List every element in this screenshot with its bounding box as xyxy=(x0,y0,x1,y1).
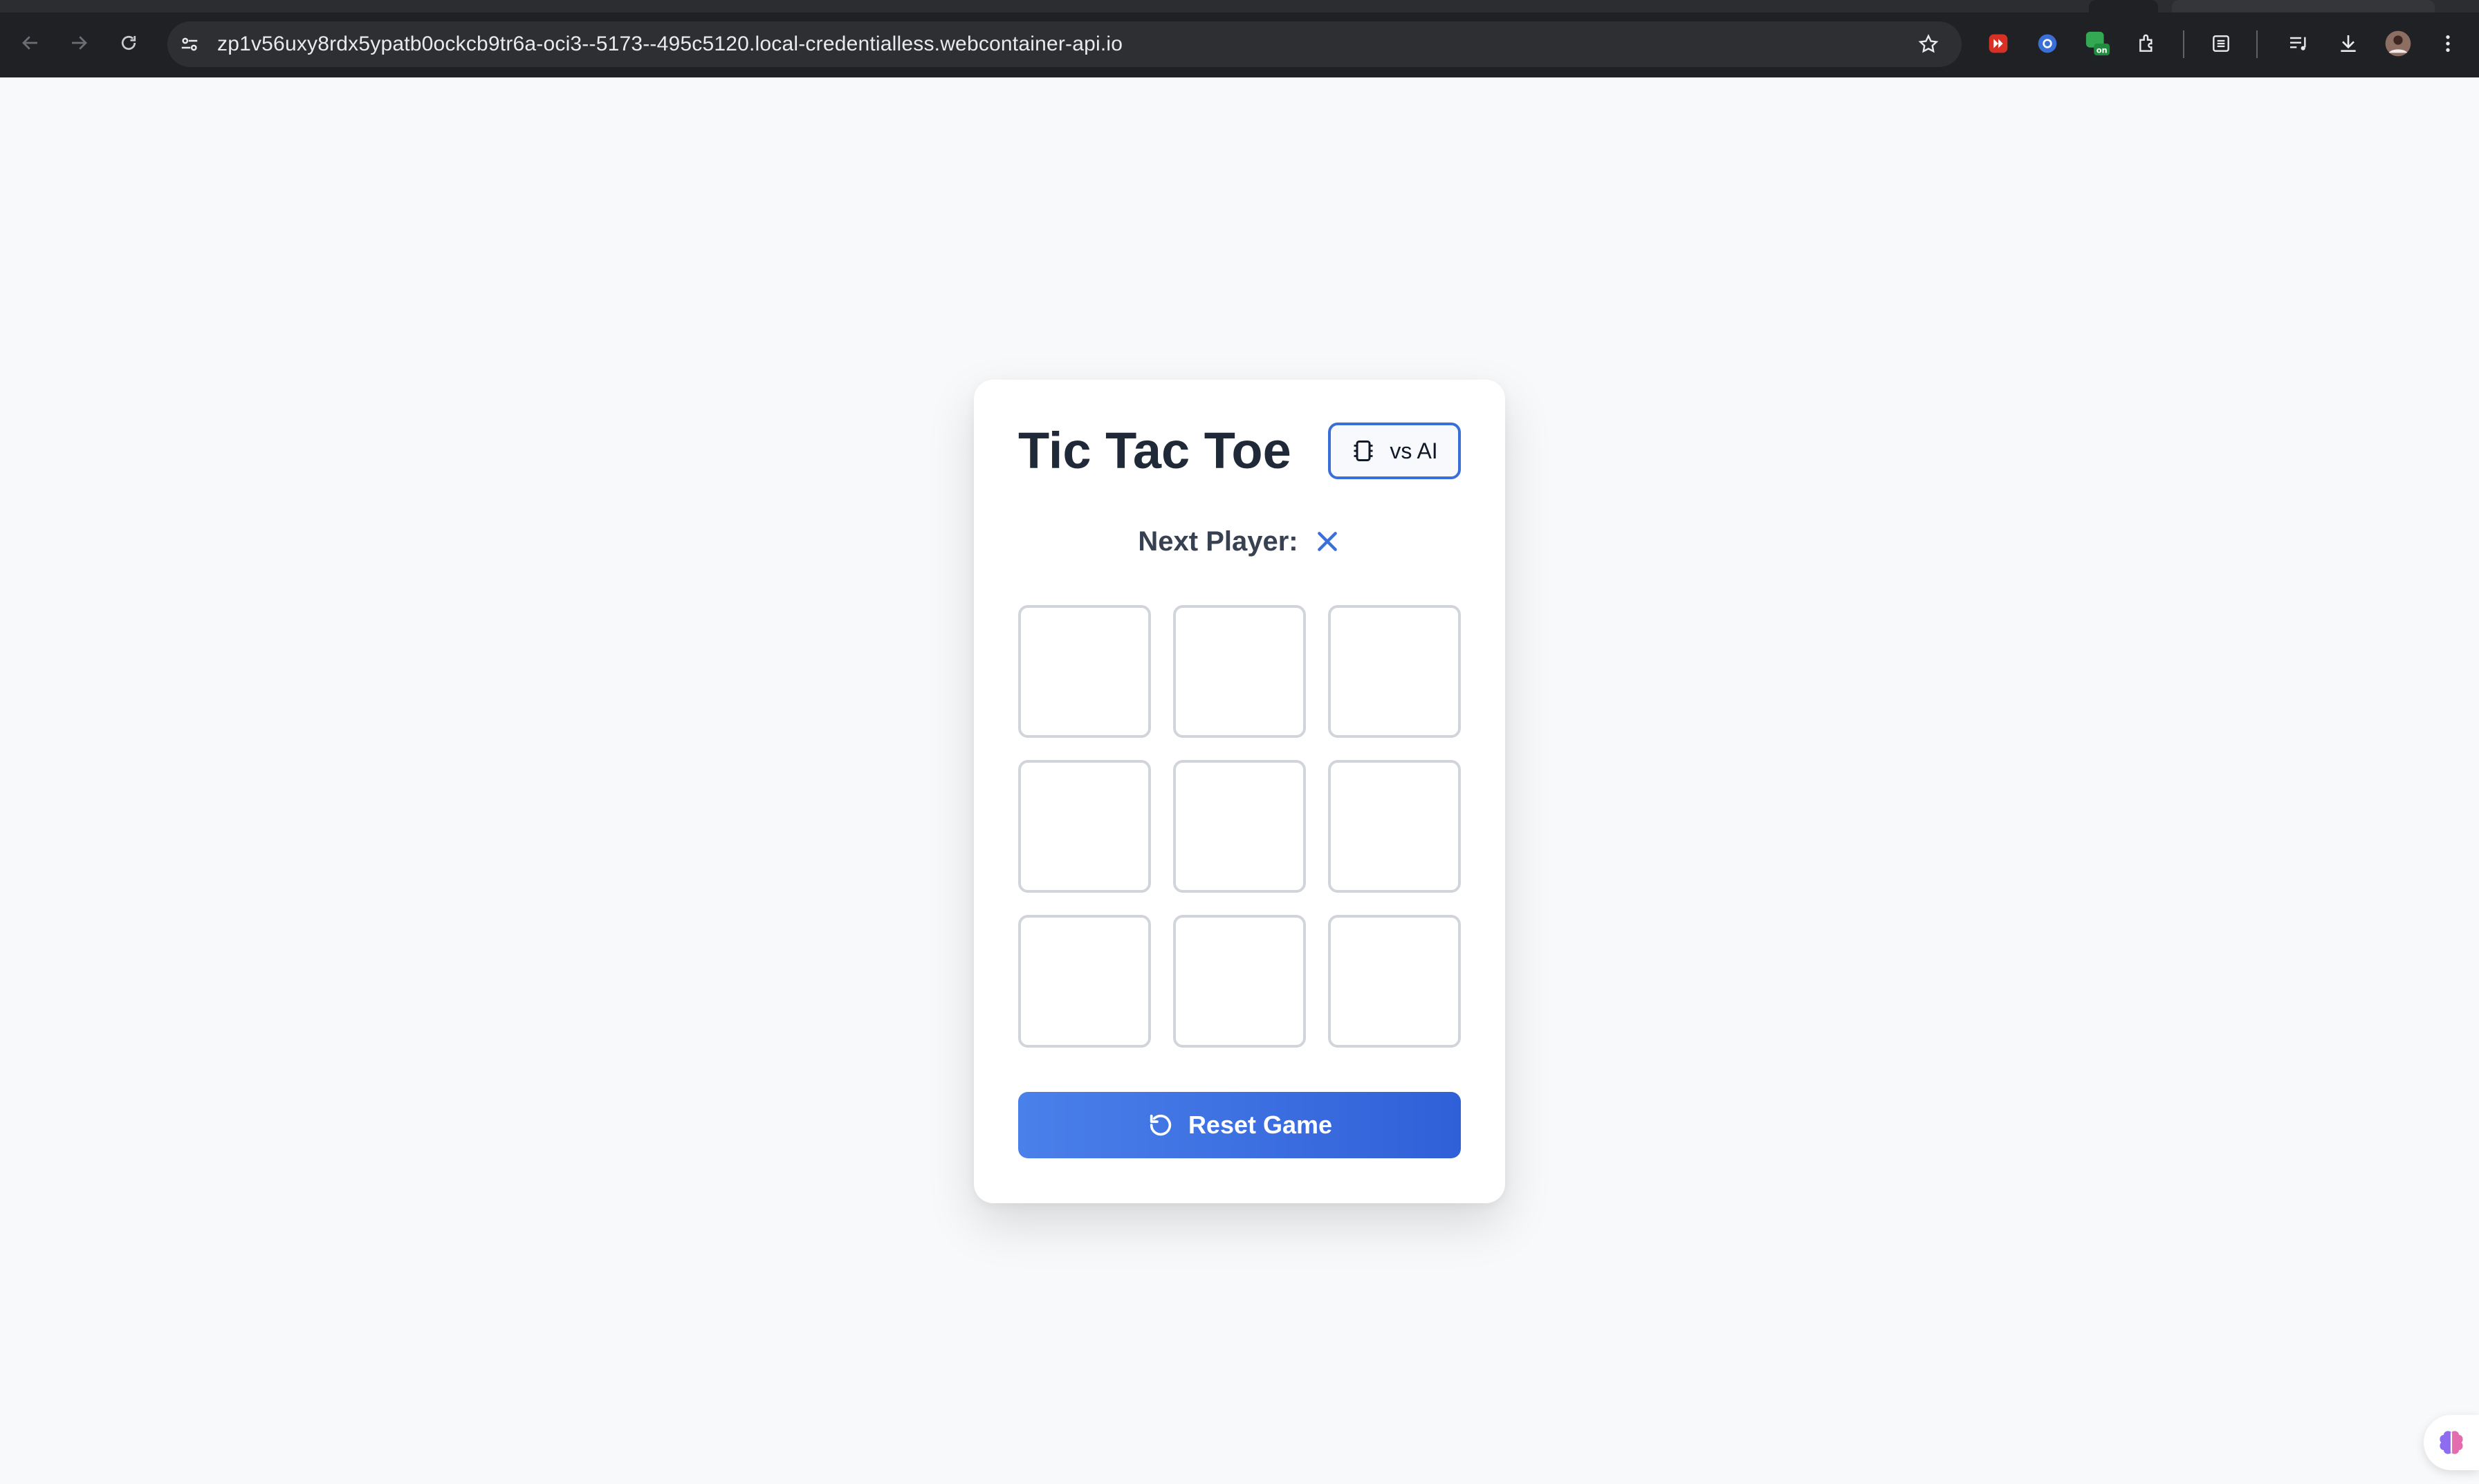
cpu-icon xyxy=(1354,440,1373,461)
extension-icon: on xyxy=(2085,31,2110,56)
board-cell[interactable] xyxy=(1173,915,1306,1048)
profile-avatar xyxy=(2385,30,2411,57)
reload-button[interactable] xyxy=(109,24,148,62)
downloads-button[interactable] xyxy=(2331,26,2366,61)
extensions-menu-button[interactable] xyxy=(2130,26,2165,61)
page-title: Tic Tac Toe xyxy=(1018,422,1291,479)
board-cell[interactable] xyxy=(1328,760,1461,893)
more-menu-icon xyxy=(2446,35,2450,52)
reset-icon xyxy=(1150,1114,1172,1136)
extension-green-button[interactable]: on xyxy=(2081,26,2115,61)
game-card: Tic Tac Toe vs AI Next Player: Reset Gam… xyxy=(974,380,1505,1203)
x-mark-icon xyxy=(1317,532,1337,551)
back-icon xyxy=(22,36,37,50)
site-info-icon xyxy=(181,37,198,51)
media-icon xyxy=(2290,37,2306,50)
extension-red-button[interactable] xyxy=(1981,26,2016,61)
board-cell[interactable] xyxy=(1328,915,1461,1048)
board-cell[interactable] xyxy=(1018,915,1151,1048)
board-cell[interactable] xyxy=(1018,605,1151,738)
board-cell[interactable] xyxy=(1328,605,1461,738)
extension-icon xyxy=(2038,34,2057,53)
url-text[interactable]: zp1v56uxy8rdx5ypatb0ockcb9tr6a-oci3--517… xyxy=(217,30,1123,58)
game-mode-toggle-button[interactable]: vs AI xyxy=(1328,423,1461,479)
board-cell[interactable] xyxy=(1018,760,1151,893)
next-player-label: Next Player: xyxy=(1138,526,1298,557)
reading-list-icon xyxy=(2213,35,2229,52)
toolbar-divider xyxy=(2183,30,2184,58)
game-board xyxy=(1018,605,1461,1048)
board-cell[interactable] xyxy=(1173,605,1306,738)
floating-assistant-button[interactable] xyxy=(2424,1415,2479,1470)
reload-icon xyxy=(121,35,136,50)
back-button[interactable] xyxy=(11,24,50,62)
extension-badge: on xyxy=(2096,46,2108,55)
reset-game-label: Reset Game xyxy=(1188,1111,1333,1139)
browser-tab[interactable] xyxy=(2172,0,2435,12)
brain-icon xyxy=(2440,1431,2463,1454)
media-button[interactable] xyxy=(2281,26,2316,61)
extension-icon xyxy=(1989,34,2008,53)
bookmark-button[interactable] xyxy=(1909,25,1948,64)
forward-icon xyxy=(72,36,87,50)
tab-strip xyxy=(0,0,2479,12)
board-cell[interactable] xyxy=(1173,760,1306,893)
browser-toolbar: zp1v56uxy8rdx5ypatb0ockcb9tr6a-oci3--517… xyxy=(0,0,2479,77)
more-menu-button[interactable] xyxy=(2431,26,2465,61)
forward-button[interactable] xyxy=(59,24,98,62)
browser-tab-active[interactable] xyxy=(2089,0,2158,12)
download-icon xyxy=(2341,35,2356,52)
site-info-button[interactable] xyxy=(170,25,209,64)
extension-blue-button[interactable] xyxy=(2030,26,2065,61)
bookmark-star-icon xyxy=(1918,34,1939,53)
profile-button[interactable] xyxy=(2381,26,2415,61)
game-mode-label: vs AI xyxy=(1390,438,1438,463)
toolbar-divider xyxy=(2256,30,2258,58)
reading-list-button[interactable] xyxy=(2204,26,2238,61)
puzzle-icon xyxy=(2139,34,2153,52)
reset-game-button[interactable]: Reset Game xyxy=(1018,1092,1461,1158)
turn-status: Next Player: xyxy=(974,522,1505,561)
